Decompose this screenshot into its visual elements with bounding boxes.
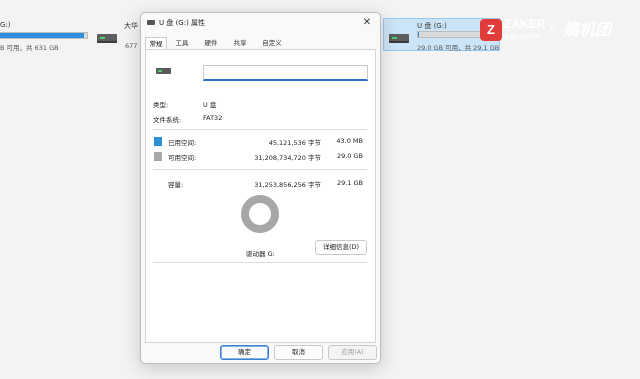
bg-drive-sub-right: 29.0 GB 可用，共 29.1 GB [417,44,500,52]
zaker-brand-text: ZAKER [504,17,546,31]
drive-icon [156,68,171,74]
tab-customize[interactable]: 自定义 [258,37,286,49]
divider [153,129,367,130]
cancel-button[interactable]: 取消 [274,345,323,360]
tab-general[interactable]: 常规 [145,37,167,49]
used-space-swatch [154,137,162,146]
used-space-size: 43.0 MB [336,137,363,145]
bg-drive-usage-fill-right [418,32,419,37]
drive-icon [97,34,117,43]
bg-drive-usage-fill-left [0,33,85,38]
dialog-title: U 盘 (G:) 属性 [159,19,206,27]
details-button[interactable]: 详细信息(D) [315,240,367,255]
bg-drive-label-right: U 盘 (G:) [417,22,447,30]
apply-button[interactable]: 应用(A) [328,345,377,360]
capacity-size: 29.1 GB [336,179,363,187]
free-space-bytes: 31,208,734,720 字节 [254,154,321,162]
watermark-cross: × [548,19,557,35]
drive-caption: 驱动器 G: [246,250,275,258]
divider [153,262,367,263]
free-space-label: 可用空间: [168,154,197,162]
disk-usage-donut [241,195,279,233]
usb-drive-icon [389,34,409,43]
bg-drive-sub-middle: 677 [125,42,138,50]
free-space-swatch [154,152,162,161]
type-label: 类型: [153,101,169,109]
zaker-logo: Z [480,19,502,41]
usb-drive-icon [147,20,155,25]
drive-name-input[interactable] [203,65,368,81]
ok-button[interactable]: 确定 [220,345,269,360]
dialog-titlebar[interactable]: U 盘 (G:) 属性 ✕ [141,13,380,35]
type-value: U 盘 [203,101,217,109]
bg-drive-usage-bar-left [0,32,88,39]
filesystem-label: 文件系统: [153,116,182,124]
close-icon[interactable]: ✕ [360,16,374,30]
properties-dialog: U 盘 (G:) 属性 ✕ 常规 工具 硬件 共享 自定义 类型: U 盘 文件… [140,12,381,364]
bg-drive-label-middle[interactable]: 大华 [124,21,138,31]
tab-tools[interactable]: 工具 [171,37,193,49]
capacity-label: 容量: [168,181,184,189]
bg-drive-label-left[interactable]: G:) [0,21,11,29]
used-space-bytes: 45,121,536 字节 [268,139,321,147]
bg-drive-sub-left: B 可用，共 631 GB [0,44,59,52]
capacity-bytes: 31,253,856,256 字节 [254,181,321,189]
divider [153,169,367,170]
tab-hardware[interactable]: 硬件 [200,37,222,49]
filesystem-value: FAT32 [203,114,223,122]
used-space-label: 已用空间: [168,139,197,147]
zaker-brand-subtext: 直播科技新闻 [504,35,541,41]
free-space-size: 29.0 GB [336,152,363,160]
tab-sharing[interactable]: 共享 [229,37,251,49]
partner-logo-text: 搞机团 [563,22,612,39]
